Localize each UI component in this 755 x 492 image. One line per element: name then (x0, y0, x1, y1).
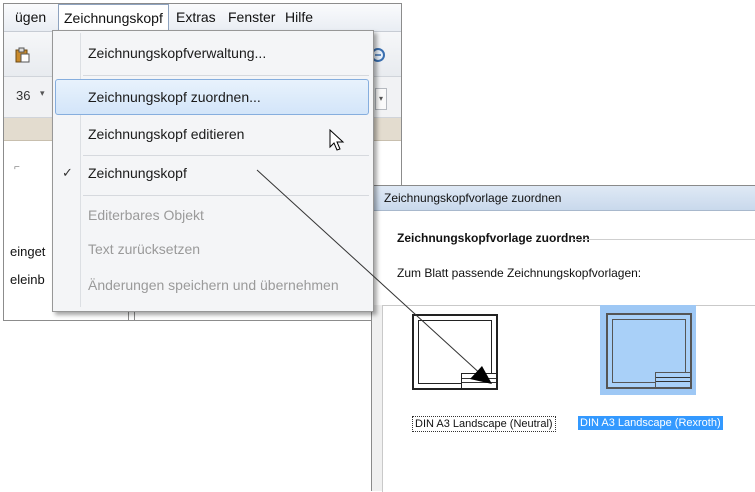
mouse-cursor-icon (329, 129, 345, 151)
zeichnungskopf-menu: Zeichnungskopfverwaltung... Zeichnungsko… (52, 30, 374, 312)
menu-hilfe[interactable]: Hilfe (280, 4, 318, 30)
menu-item-label: Änderungen speichern und übernehmen (88, 277, 339, 293)
dialog-title: Zeichnungskopfvorlage zuordnen (384, 191, 562, 205)
ruler-tick: ⌐ (14, 162, 20, 173)
menu-einfuegen[interactable]: ügen (10, 4, 51, 30)
menu-item-zeichnungskopf-toggle[interactable]: ✓ Zeichnungskopf (55, 155, 369, 191)
template-thumbnail-rexroth[interactable] (600, 305, 696, 395)
menu-item-label: Editerbares Objekt (88, 207, 204, 223)
dialog-title-bar: Zeichnungskopfvorlage zuordnen (372, 186, 755, 211)
template-list: DIN A3 Landscape (Neutral) DIN A3 Landsc… (382, 305, 755, 492)
menu-extras[interactable]: Extras (171, 4, 221, 30)
sheet-preview (412, 314, 498, 390)
menu-item-label: Text zurücksetzen (88, 241, 201, 257)
menu-item-label: Zeichnungskopf editieren (88, 126, 245, 142)
menu-item-editierbares-objekt: Editerbares Objekt (55, 197, 369, 233)
checkmark-icon: ✓ (62, 165, 73, 180)
title-block (461, 373, 496, 388)
menu-separator (83, 195, 369, 196)
menu-item-label: Zeichnungskopfverwaltung... (88, 45, 267, 61)
menu-item-verwaltung[interactable]: Zeichnungskopfverwaltung... (55, 35, 369, 71)
document-text-line: einget (10, 244, 46, 259)
menu-bar: ügen Zeichnungskopf Extras Fenster Hilfe (4, 4, 401, 32)
dialog-header: Zeichnungskopfvorlage zuordnen Zum Blatt… (372, 211, 755, 305)
menu-item-label: Zeichnungskopf (88, 165, 187, 181)
menu-item-zuordnen[interactable]: Zeichnungskopf zuordnen... (55, 79, 369, 115)
menu-item-aenderungen-speichern: Änderungen speichern und übernehmen (55, 267, 369, 303)
chevron-down-icon[interactable]: ▾ (40, 88, 45, 99)
menu-item-editieren[interactable]: Zeichnungskopf editieren (55, 116, 369, 152)
document-text-line: eleinb (10, 272, 45, 287)
dialog-subtitle: Zum Blatt passende Zeichnungskopfvorlage… (397, 266, 642, 280)
font-size-combo[interactable]: 36 (16, 88, 30, 103)
template-label-selected[interactable]: DIN A3 Landscape (Rexroth) (578, 416, 723, 430)
menu-item-label: Zeichnungskopf zuordnen... (88, 89, 261, 105)
menu-zeichnungskopf[interactable]: Zeichnungskopf (58, 4, 169, 32)
menu-fenster[interactable]: Fenster (223, 4, 280, 30)
menu-separator (83, 75, 369, 76)
clipboard-icon[interactable] (14, 47, 30, 63)
menu-item-text-zuruecksetzen: Text zurücksetzen (55, 231, 369, 267)
zuordnen-dialog: Zeichnungskopfvorlage zuordnen Zeichnung… (371, 185, 755, 492)
template-label[interactable]: DIN A3 Landscape (Neutral) (412, 416, 556, 432)
sheet-preview (606, 313, 692, 389)
dialog-heading: Zeichnungskopfvorlage zuordnen (397, 231, 590, 245)
heading-rule (572, 239, 755, 240)
title-block (655, 372, 690, 387)
combo-dropdown-right[interactable]: ▾ (375, 88, 387, 110)
template-thumbnail-neutral[interactable] (406, 306, 502, 396)
